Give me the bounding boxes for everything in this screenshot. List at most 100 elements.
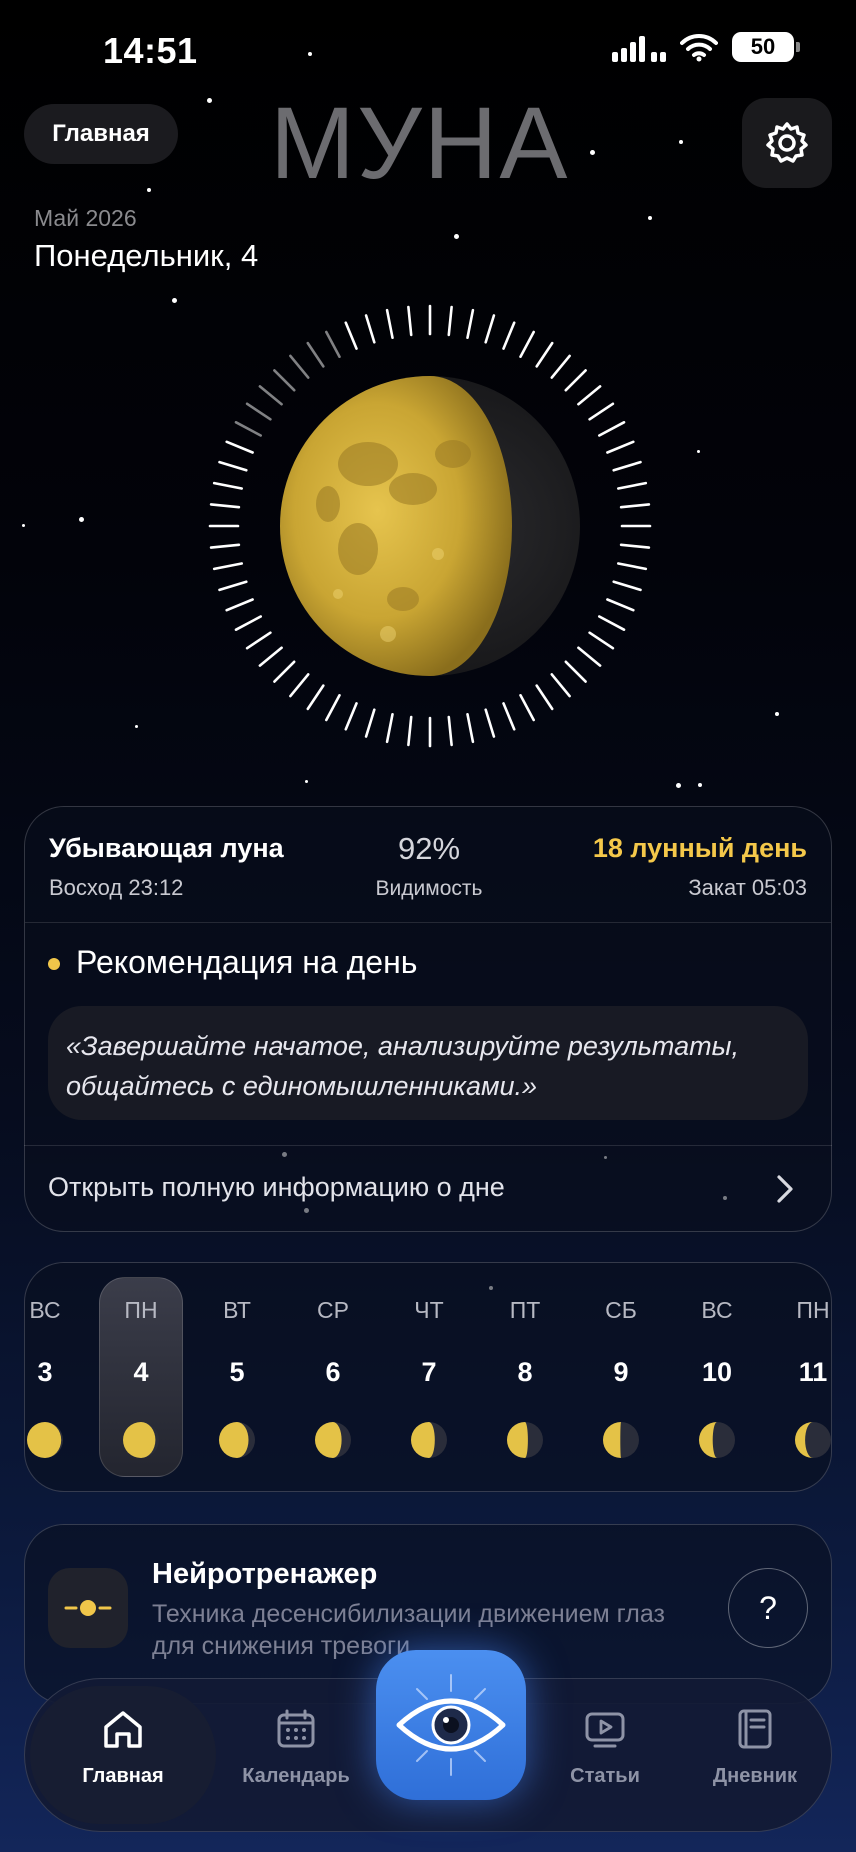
dial-tick: [364, 708, 376, 738]
open-full-info-link[interactable]: Открыть полную информацию о дне: [48, 1172, 505, 1203]
dial-tick: [245, 631, 272, 650]
dial-tick: [407, 305, 413, 337]
moon-phase-visual[interactable]: [208, 304, 652, 748]
dial-tick: [588, 402, 615, 421]
eye-center-button[interactable]: [376, 1650, 526, 1800]
week-day-name: ЧТ: [414, 1297, 444, 1323]
dial-tick: [550, 673, 571, 698]
dial-tick: [597, 421, 626, 437]
dial-tick: [325, 330, 341, 359]
dial-tick: [597, 615, 626, 632]
dial-tick: [344, 702, 358, 731]
week-day-name: ПН: [124, 1297, 158, 1323]
dial-tick: [225, 440, 254, 454]
moon-phase-mini-icon: [603, 1422, 639, 1458]
dial-tick: [212, 562, 244, 571]
status-icons: 50: [612, 32, 800, 62]
lunar-day: 18 лунный день: [592, 833, 807, 863]
week-day-number: 5: [229, 1357, 245, 1387]
dial-tick: [218, 580, 248, 592]
week-day-6[interactable]: СР 6: [291, 1263, 375, 1491]
app-brand-title: МУНА: [270, 86, 570, 200]
date-day: Понедельник, 4: [34, 238, 259, 273]
dial-tick: [564, 369, 587, 392]
card-divider: [24, 1145, 832, 1146]
dial-tick: [564, 660, 587, 683]
week-day-3[interactable]: ВС 3: [25, 1263, 87, 1491]
week-day-number: 9: [613, 1357, 629, 1387]
week-day-9[interactable]: СБ 9: [579, 1263, 663, 1491]
week-day-name: ПН: [796, 1297, 830, 1323]
dial-tick: [550, 354, 571, 379]
dial-tick: [258, 646, 283, 667]
settings-button[interactable]: [742, 98, 832, 188]
week-day-name: ПТ: [509, 1297, 541, 1323]
tab-articles-label: Статьи: [570, 1765, 640, 1787]
articles-play-icon: [585, 1712, 625, 1748]
dial-tick: [502, 321, 516, 350]
dial-tick: [344, 321, 358, 350]
dial-tick: [606, 440, 635, 454]
dial-tick: [519, 330, 536, 359]
week-day-name: ВС: [701, 1297, 733, 1323]
tab-diary-label: Дневник: [712, 1765, 798, 1787]
dial-tick: [577, 646, 602, 667]
dial-tick: [273, 369, 296, 392]
home-icon: [104, 1711, 142, 1748]
dial-tick: [612, 580, 642, 592]
tab-articles[interactable]: Статьи: [530, 1706, 680, 1788]
home-pill-button[interactable]: Главная: [24, 104, 178, 164]
tab-diary[interactable]: Дневник: [680, 1706, 830, 1788]
week-day-11[interactable]: ПН 11: [771, 1263, 831, 1491]
recommendation-dot-icon: [48, 958, 60, 970]
week-day-4[interactable]: ПН 4: [99, 1263, 183, 1491]
week-day-7[interactable]: ЧТ 7: [387, 1263, 471, 1491]
week-day-name: СР: [317, 1297, 349, 1323]
tab-home-label: Главная: [82, 1765, 164, 1787]
week-day-number: 8: [517, 1357, 533, 1387]
dial-tick: [218, 460, 248, 472]
moon-phase-mini-icon: [123, 1422, 159, 1458]
dial-tick: [212, 481, 244, 490]
moon-info-header: Убывающая луна Восход 23:12 92% Видимост…: [25, 807, 831, 923]
status-time: 14:51: [103, 30, 198, 71]
moon-phase-mini-icon: [795, 1422, 831, 1458]
date-month: Май 2026: [34, 205, 137, 231]
eye-icon: [396, 1674, 506, 1776]
moon-phase-mini-icon: [411, 1422, 447, 1458]
dial-tick: [447, 715, 453, 747]
dial-tick: [616, 562, 648, 571]
week-day-5[interactable]: ВТ 5: [195, 1263, 279, 1491]
week-day-10[interactable]: ВС 10: [675, 1263, 759, 1491]
help-button[interactable]: ?: [728, 1568, 808, 1648]
neuro-trainer-title: Нейротренажер: [152, 1558, 378, 1590]
dial-tick: [535, 684, 554, 711]
recommendation-quote-line1: «Завершайте начатое, анализируйте резуль…: [66, 1031, 739, 1061]
chevron-right-icon[interactable]: [770, 1172, 800, 1206]
week-strip: ВС 3 ПН 4 ВТ 5 СР 6 ЧТ 7 ПТ 8 СБ 9 ВС 10 ПН 11: [24, 1262, 832, 1492]
dial-tick: [209, 543, 241, 549]
tab-home[interactable]: Главная: [48, 1706, 198, 1788]
dial-tick: [447, 305, 453, 337]
moon-dial-svg: [208, 304, 652, 748]
dial-tick: [234, 421, 263, 437]
dial-tick: [588, 631, 615, 650]
dial-tick: [225, 598, 254, 612]
dial-tick: [466, 712, 475, 744]
calendar-icon: [277, 1709, 315, 1748]
dial-tick: [234, 615, 263, 632]
tab-calendar[interactable]: Календарь: [221, 1706, 371, 1788]
dial-tick: [258, 385, 283, 406]
settings-gear-icon: [766, 122, 808, 163]
week-day-name: ВС: [29, 1297, 61, 1323]
week-day-8[interactable]: ПТ 8: [483, 1263, 567, 1491]
week-day-name: СБ: [605, 1297, 637, 1323]
dial-tick: [306, 684, 325, 711]
moon-phase-mini-icon: [315, 1422, 351, 1458]
dial-tick: [502, 702, 516, 731]
week-day-number: 7: [421, 1357, 437, 1387]
moon-phase-mini-icon: [27, 1422, 63, 1458]
dial-tick: [306, 341, 325, 368]
dial-tick: [209, 503, 241, 509]
tab-calendar-label: Календарь: [242, 1765, 350, 1787]
